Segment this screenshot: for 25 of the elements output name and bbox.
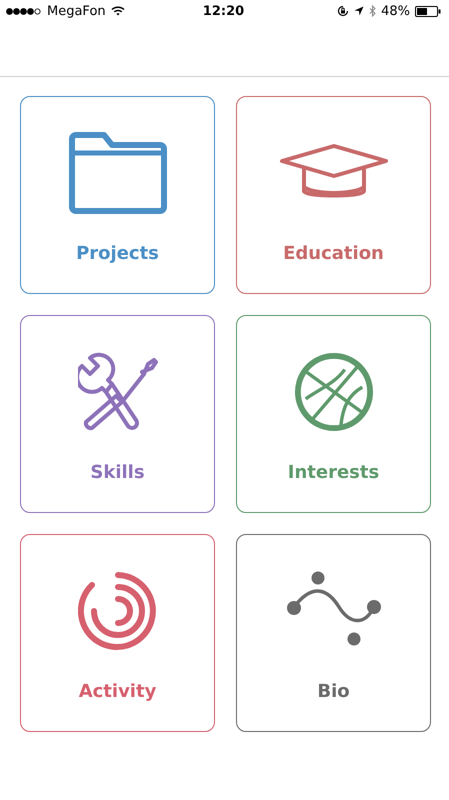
battery-icon: [414, 6, 441, 16]
wifi-icon: [110, 6, 125, 16]
carrier-name: MegaFon: [47, 4, 106, 18]
menu-tile[interactable]: Interests: [236, 315, 431, 513]
tile-label: Bio: [317, 681, 350, 702]
bluetooth-icon: [369, 5, 376, 17]
battery-percent: 48%: [381, 4, 410, 18]
rotation-lock-icon: [337, 5, 350, 17]
menu-tile[interactable]: Activity: [20, 534, 215, 732]
tile-label: Education: [283, 243, 384, 264]
basketball-icon: [294, 352, 374, 432]
menu-tile[interactable]: Skills: [20, 315, 215, 513]
menu-tile[interactable]: Projects: [20, 96, 215, 294]
concentric-arcs-icon: [78, 571, 158, 651]
tile-label: Interests: [288, 462, 380, 483]
tile-label: Projects: [76, 243, 159, 264]
menu-tile[interactable]: Education: [236, 96, 431, 294]
clock-time: 12:20: [202, 4, 244, 18]
location-arrow-icon: [354, 6, 364, 16]
wrench-and-screwdriver-icon: [78, 352, 158, 432]
folder-icon: [68, 131, 168, 215]
signal-icon: [6, 8, 42, 14]
menu-tile[interactable]: Bio: [236, 534, 431, 732]
tile-label: Activity: [78, 681, 156, 702]
tile-label: Skills: [90, 462, 145, 483]
